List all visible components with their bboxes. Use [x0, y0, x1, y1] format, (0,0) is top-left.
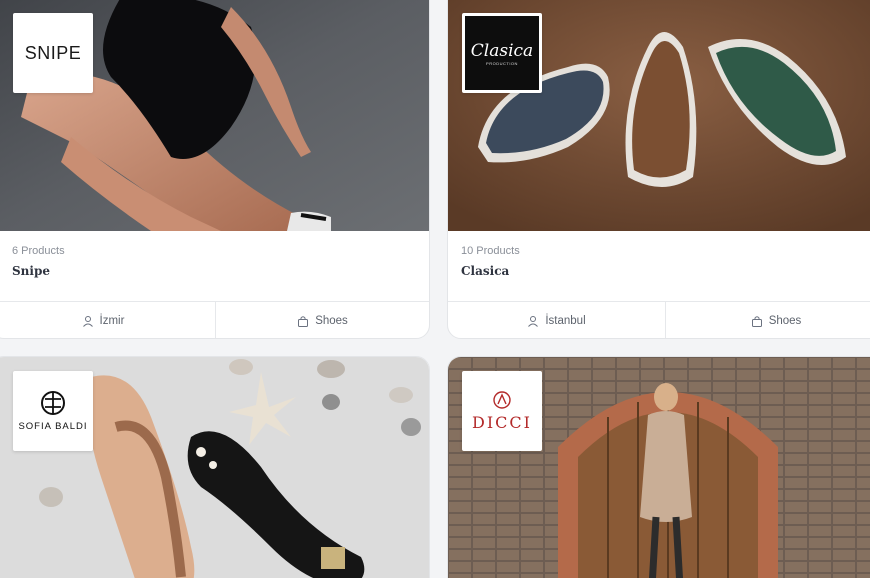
store-card-sofia-baldi[interactable]: SOFIA BALDI: [0, 356, 430, 578]
store-cover-image[interactable]: Clasica PRODUCTION: [448, 0, 870, 231]
store-name[interactable]: Clasica: [461, 264, 870, 278]
store-logo: Clasica PRODUCTION: [462, 13, 542, 93]
store-logo-text: SNIPE: [24, 42, 82, 63]
user-pin-icon: [82, 316, 93, 327]
store-logo-subtext: PRODUCTION: [486, 60, 518, 66]
store-logo: SNIPE: [13, 13, 93, 93]
store-name[interactable]: Snipe: [12, 264, 429, 278]
store-info: 6 Products Snipe: [0, 231, 429, 301]
shopping-bag-icon: [751, 316, 762, 327]
store-cover-image[interactable]: SNIPE: [0, 0, 429, 231]
store-location: İzmir: [0, 302, 215, 338]
store-card-dicci[interactable]: DICCI: [447, 356, 870, 578]
store-logo: DICCI: [462, 371, 542, 451]
store-location-label: İzmir: [99, 315, 125, 327]
store-info: 10 Products Clasica: [448, 231, 870, 301]
store-meta: İstanbul Shoes: [448, 301, 870, 338]
store-category-label: Shoes: [768, 315, 802, 327]
store-logo-text: SOFIA BALDI: [18, 421, 88, 432]
store-category: Shoes: [215, 302, 429, 338]
user-pin-icon: [528, 316, 539, 327]
store-location: İstanbul: [448, 302, 665, 338]
store-logo: SOFIA BALDI: [13, 371, 93, 451]
store-card-snipe[interactable]: SNIPE 6 Products Snipe İzmir Shoes: [0, 0, 430, 339]
product-count: 10 Products: [461, 245, 520, 257]
store-card-clasica[interactable]: Clasica PRODUCTION 10 Products Clasica İ…: [447, 0, 870, 339]
store-category: Shoes: [665, 302, 870, 338]
store-logo-text: DICCI: [472, 412, 532, 432]
sofia-baldi-monogram-icon: [41, 391, 65, 415]
dicci-emblem-icon: [493, 390, 511, 409]
store-cover-image[interactable]: SOFIA BALDI: [0, 357, 429, 578]
shopping-bag-icon: [298, 316, 309, 327]
store-cover-image[interactable]: DICCI: [448, 357, 870, 578]
product-count: 6 Products: [12, 245, 65, 257]
store-category-label: Shoes: [315, 315, 348, 327]
store-location-label: İstanbul: [545, 315, 586, 327]
store-logo-text: Clasica: [470, 40, 534, 61]
store-meta: İzmir Shoes: [0, 301, 429, 338]
